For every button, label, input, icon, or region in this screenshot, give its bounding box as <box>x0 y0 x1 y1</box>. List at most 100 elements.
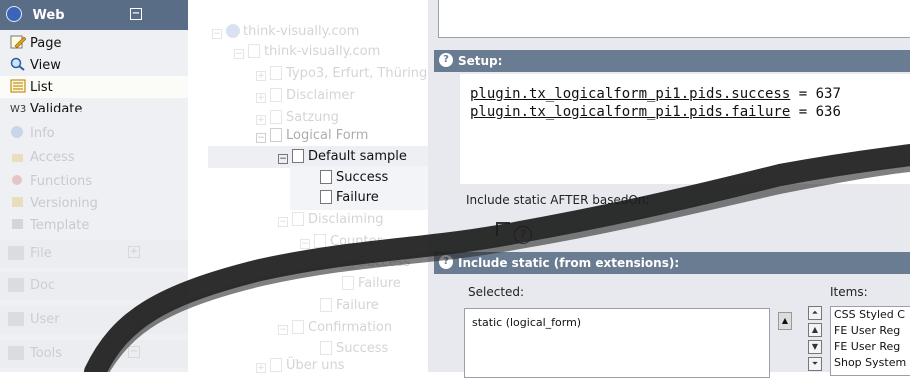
available-item[interactable]: FE User Reg <box>834 324 900 337</box>
module-group-doc[interactable]: Doc <box>0 272 188 300</box>
tree-label: Failure <box>336 190 379 205</box>
module-menu: Web − Page View List W3 Validate Info Ac… <box>0 0 188 372</box>
collapse-icon[interactable]: − <box>278 154 288 164</box>
menu-item-label: List <box>30 80 53 95</box>
menu-item-label: Page <box>30 36 62 51</box>
tree-label: Confirmation <box>308 320 393 335</box>
tree-node[interactable]: Failure <box>320 190 379 210</box>
collapse-icon[interactable]: − <box>278 217 288 227</box>
menu-item-template[interactable]: Template <box>0 214 188 236</box>
items-label: Items: <box>830 285 868 299</box>
tree-node[interactable]: + Über uns <box>256 358 345 378</box>
collapse-icon[interactable]: − <box>300 239 310 249</box>
collapse-icon[interactable]: − <box>234 49 244 59</box>
move-up-icon[interactable]: ▲ <box>808 323 822 337</box>
module-group-tools[interactable]: Tools − <box>0 340 188 368</box>
page-icon <box>320 170 332 184</box>
doc-icon <box>8 278 24 292</box>
tree-root[interactable]: − think-visually.com <box>212 24 359 44</box>
menu-item-functions[interactable]: Functions <box>0 170 188 192</box>
list-icon <box>10 79 26 93</box>
tree-label: Default sample <box>308 149 407 164</box>
tree-label: Disclaimer <box>286 88 355 103</box>
menu-item-list[interactable]: List <box>0 76 188 98</box>
page-icon <box>320 190 332 204</box>
config-textarea[interactable] <box>438 0 910 38</box>
setup-value: = 636 <box>790 104 841 120</box>
collapse-icon[interactable]: − <box>212 29 222 39</box>
folder-icon <box>8 246 24 260</box>
page-icon <box>342 255 354 269</box>
tree-node[interactable]: Success <box>342 255 410 275</box>
tree-node-selected[interactable]: − Default sample <box>278 149 407 169</box>
page-icon <box>320 341 332 355</box>
tree-label: think-visually.com <box>243 24 360 39</box>
page-icon <box>270 110 282 124</box>
collapse-icon[interactable]: − <box>278 325 288 335</box>
tree-node[interactable]: Success <box>320 170 388 190</box>
page-icon <box>270 66 282 80</box>
setup-line-success: plugin.tx_logicalform_pi1.pids.success =… <box>470 86 841 102</box>
validate-icon: W3 <box>10 101 26 112</box>
expand-icon[interactable]: + <box>128 312 140 324</box>
page-icon <box>270 88 282 102</box>
module-group-user[interactable]: User + <box>0 306 188 334</box>
help-icon[interactable]: ? <box>439 53 453 67</box>
tree-label: Success <box>358 255 411 270</box>
tree-node[interactable]: − think-visually.com <box>234 44 380 64</box>
move-down-icon[interactable]: ▼ <box>808 340 822 354</box>
tree-label: Success <box>336 341 389 356</box>
available-item[interactable]: Shop System <box>834 356 906 369</box>
help-icon[interactable]: ? <box>439 255 453 269</box>
tree-node[interactable]: − Logical Form <box>256 128 368 148</box>
page-icon <box>342 276 354 290</box>
menu-item-info[interactable]: Info <box>0 122 188 144</box>
collapse-icon[interactable]: − <box>130 8 142 20</box>
help-icon[interactable]: ? <box>514 226 532 244</box>
menu-item-validate[interactable]: W3 Validate <box>0 98 188 112</box>
globe-icon <box>6 6 22 22</box>
magnifier-icon <box>10 57 26 71</box>
menu-item-page[interactable]: Page <box>0 32 188 54</box>
menu-item-versioning[interactable]: Versioning <box>0 192 188 214</box>
tree-node[interactable]: − Disclaiming <box>278 212 384 232</box>
expand-icon[interactable]: + <box>128 246 140 258</box>
module-group-label: Tools <box>30 346 63 361</box>
tree-node[interactable]: Failure <box>342 276 401 296</box>
available-item[interactable]: CSS Styled C <box>834 308 905 321</box>
collapse-icon[interactable]: − <box>256 133 266 143</box>
available-item[interactable]: FE User Reg <box>834 340 900 353</box>
scroll-up-icon[interactable]: ▲ <box>778 312 792 330</box>
tree-label: Success <box>336 170 389 185</box>
expand-icon[interactable]: + <box>256 93 266 103</box>
menu-item-view[interactable]: View <box>0 54 188 76</box>
expand-icon[interactable]: + <box>256 71 266 81</box>
lock-icon <box>10 149 26 163</box>
move-top-icon[interactable]: ⏶ <box>808 306 822 320</box>
move-bottom-icon[interactable]: ⏷ <box>808 357 822 371</box>
expand-icon[interactable]: − <box>128 346 140 358</box>
tree-node[interactable]: + Disclaimer <box>256 88 355 108</box>
web-module-label: Web <box>32 8 65 23</box>
checkbox-corner[interactable] <box>496 222 510 236</box>
selected-label: Selected: <box>468 285 525 299</box>
tree-node[interactable]: Failure <box>320 298 379 318</box>
setup-title: Setup: <box>458 54 503 68</box>
tree-node[interactable]: + Satzung <box>256 110 339 130</box>
page-icon <box>292 212 304 226</box>
page-edit-icon <box>10 35 27 49</box>
web-module-header[interactable]: Web − <box>0 0 188 30</box>
tree-node[interactable]: + Typo3, Erfurt, Thüringen <box>256 66 444 86</box>
page-icon <box>270 358 282 372</box>
functions-icon <box>10 173 26 187</box>
setup-section-header: ? Setup: <box>434 50 910 72</box>
menu-item-label: View <box>30 58 61 73</box>
expand-icon[interactable]: + <box>256 115 266 125</box>
tree-node[interactable]: − Confirmation <box>278 320 392 340</box>
menu-item-label: Versioning <box>30 196 98 211</box>
module-group-file[interactable]: File + <box>0 240 188 268</box>
include-static-title: Include static (from extensions): <box>458 256 680 270</box>
menu-item-access[interactable]: Access <box>0 146 188 168</box>
selected-item[interactable]: static (logical_form) <box>472 316 581 329</box>
tree-node[interactable]: − Counter <box>300 234 382 254</box>
